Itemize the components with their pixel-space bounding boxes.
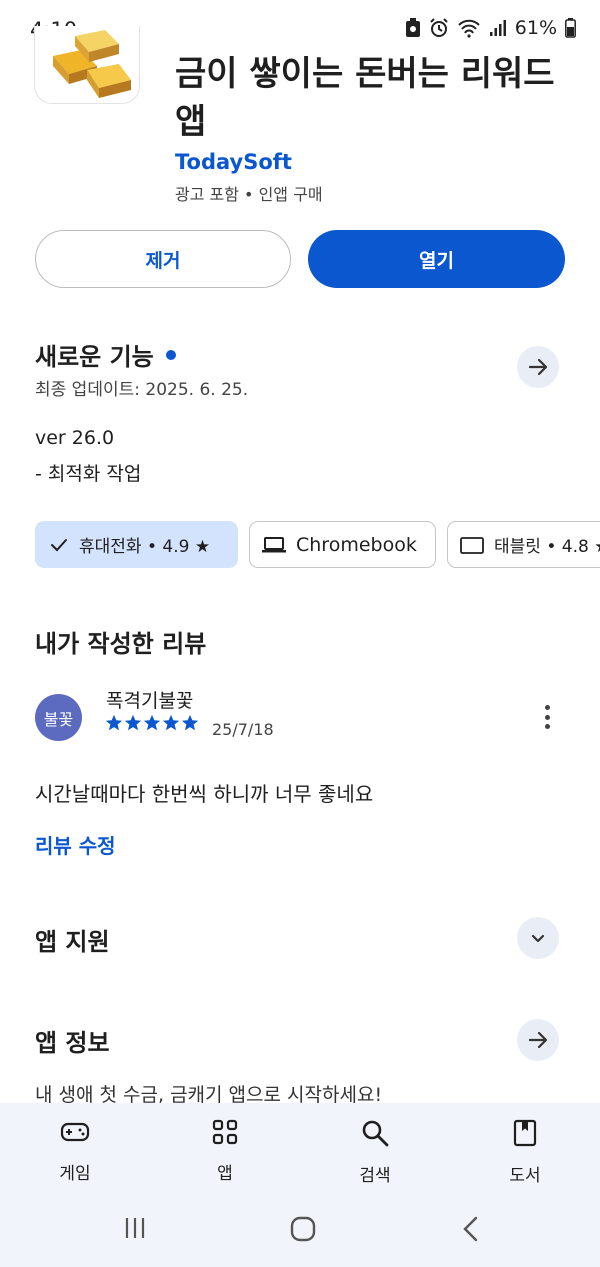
rating-stars bbox=[105, 714, 199, 732]
laptop-icon bbox=[262, 536, 286, 552]
edit-review-link[interactable]: 리뷰 수정 bbox=[35, 830, 116, 859]
wifi-icon bbox=[458, 19, 480, 38]
release-notes: - 최적화 작업 bbox=[35, 463, 142, 485]
nav-apps-label: 앱 bbox=[217, 1164, 233, 1184]
app-meta: 광고 포함 • 인앱 구매 bbox=[175, 185, 323, 204]
whats-new-arrow-button[interactable] bbox=[517, 346, 559, 388]
system-navigation-bar bbox=[0, 1211, 600, 1251]
arrow-right-icon bbox=[528, 358, 548, 376]
reviewer-name: 폭격기불꽃 bbox=[106, 690, 194, 712]
nav-books-label: 도서 bbox=[509, 1166, 541, 1186]
home-icon bbox=[290, 1216, 316, 1242]
review-text: 시간날때마다 한번씩 하니까 너무 좋네요 bbox=[35, 782, 374, 806]
app-support-title[interactable]: 앱 지원 bbox=[35, 922, 110, 957]
review-date: 25/7/18 bbox=[212, 720, 274, 739]
star-icon bbox=[105, 714, 123, 731]
device-chip-tablet[interactable]: 태블릿 • 4.8 ★ bbox=[447, 521, 600, 568]
book-icon bbox=[513, 1119, 537, 1147]
status-icons: 61% bbox=[405, 17, 576, 39]
developer-link[interactable]: TodaySoft bbox=[175, 150, 292, 174]
new-indicator-dot bbox=[165, 350, 176, 360]
gold-bars-icon bbox=[53, 30, 131, 98]
device-chip-phone[interactable]: 휴대전화 • 4.9 ★ bbox=[35, 521, 238, 568]
whats-new-header[interactable]: 새로운 기능 bbox=[35, 337, 176, 372]
checkmark-icon bbox=[51, 538, 67, 551]
device-chip-tablet-label: 태블릿 • 4.8 ★ bbox=[494, 537, 600, 557]
about-arrow-button[interactable] bbox=[517, 1019, 559, 1061]
app-icon bbox=[34, 26, 140, 104]
open-button[interactable]: 열기 bbox=[308, 230, 565, 288]
star-icon bbox=[181, 714, 199, 731]
star-icon bbox=[162, 714, 180, 731]
version-text: ver 26.0 bbox=[35, 427, 115, 449]
my-review-title: 내가 작성한 리뷰 bbox=[35, 630, 207, 658]
last-updated: 최종 업데이트: 2025. 6. 25. bbox=[35, 380, 249, 400]
recent-apps-icon bbox=[125, 1218, 145, 1238]
alarm-icon bbox=[430, 18, 448, 37]
uninstall-button[interactable]: 제거 bbox=[35, 230, 291, 288]
app-title: 금이 쌓이는 돈버는 리워드 앱 bbox=[175, 54, 555, 142]
back-icon bbox=[463, 1216, 478, 1242]
tablet-icon bbox=[460, 536, 484, 554]
recent-apps-button[interactable] bbox=[123, 1216, 147, 1244]
more-dot bbox=[544, 705, 550, 710]
battery-percent: 61% bbox=[514, 17, 557, 39]
nav-apps[interactable]: 앱 bbox=[175, 1119, 275, 1184]
whats-new-title: 새로운 기능 bbox=[35, 343, 154, 371]
more-dot bbox=[544, 714, 550, 720]
search-icon bbox=[362, 1120, 389, 1147]
nav-books[interactable]: 도서 bbox=[475, 1119, 575, 1186]
bottom-nav: 게임 앱 검색 도서 bbox=[0, 1103, 600, 1267]
about-title[interactable]: 앱 정보 bbox=[35, 1023, 110, 1058]
app-support-expand-button[interactable] bbox=[517, 917, 559, 959]
avatar: 불꽃 bbox=[35, 694, 82, 741]
device-chip-chromebook-label: Chromebook bbox=[296, 533, 417, 556]
device-chip-chromebook[interactable]: Chromebook bbox=[249, 521, 436, 568]
star-icon bbox=[143, 714, 161, 731]
back-button[interactable] bbox=[460, 1216, 482, 1246]
apps-grid-icon bbox=[212, 1119, 238, 1145]
nav-games[interactable]: 게임 bbox=[25, 1119, 125, 1184]
home-button[interactable] bbox=[290, 1216, 316, 1246]
nav-search[interactable]: 검색 bbox=[325, 1119, 425, 1186]
recycle-notification-icon bbox=[405, 18, 420, 37]
signal-icon bbox=[489, 20, 506, 36]
gamepad-icon bbox=[60, 1122, 90, 1142]
more-options-button[interactable] bbox=[536, 702, 558, 732]
nav-games-label: 게임 bbox=[59, 1164, 91, 1184]
chevron-down-icon bbox=[531, 934, 545, 943]
star-icon bbox=[124, 714, 142, 731]
battery-icon bbox=[565, 18, 576, 38]
arrow-right-icon bbox=[528, 1031, 548, 1049]
more-dot bbox=[544, 724, 550, 729]
nav-search-label: 검색 bbox=[359, 1166, 391, 1186]
device-chip-phone-label: 휴대전화 • 4.9 ★ bbox=[79, 537, 211, 557]
